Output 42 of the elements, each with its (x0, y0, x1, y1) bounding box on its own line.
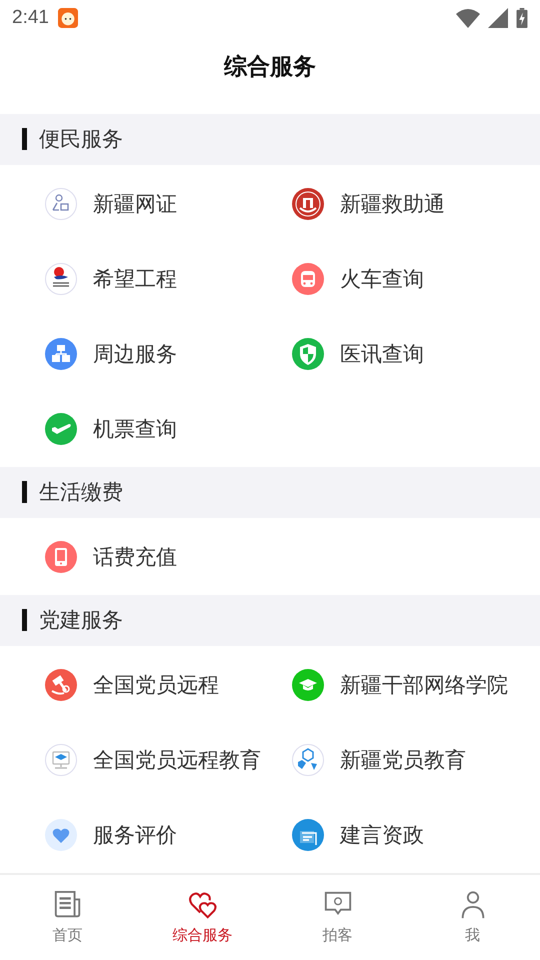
service-link[interactable]: 新疆救助通 (340, 190, 445, 218)
nav-tab[interactable]: 拍客 (270, 874, 405, 960)
document-icon (292, 819, 324, 852)
section-title: 便民服务 (39, 126, 123, 154)
nav-tab[interactable]: 首页 (0, 874, 135, 960)
service-link[interactable]: 服务评价 (93, 821, 177, 850)
service-link[interactable]: 全国党员远程教育 (93, 746, 261, 774)
person-icon (45, 188, 77, 220)
shield-icon (292, 338, 324, 370)
hearts-icon (188, 890, 218, 920)
service-link[interactable]: 希望工程 (93, 265, 177, 294)
section-title: 党建服务 (39, 607, 123, 634)
section-marker (22, 609, 27, 632)
wifi-icon (456, 8, 480, 28)
service-link[interactable]: 全国党员远程 (93, 671, 219, 700)
service-link[interactable]: 火车查询 (340, 265, 424, 294)
service-link[interactable]: 话费充值 (93, 543, 177, 572)
bus-icon (292, 263, 324, 296)
page-title: 综合服务 (222, 53, 317, 82)
service-link[interactable]: 新疆党员教育 (340, 746, 466, 774)
emblem-icon (292, 188, 324, 220)
app-icon (56, 8, 79, 28)
service-link[interactable]: 建言资政 (340, 821, 424, 850)
monitor-icon (45, 744, 77, 776)
service-link[interactable]: 周边服务 (93, 340, 177, 368)
phone-icon (45, 541, 77, 574)
service-link[interactable]: 新疆干部网络学院 (340, 671, 508, 700)
service-link[interactable]: 机票查询 (93, 415, 177, 444)
network-icon (45, 338, 77, 370)
nav-tab[interactable]: 综合服务 (135, 874, 270, 960)
clock: 2:41 (12, 7, 49, 30)
signal-icon (488, 8, 508, 28)
section-marker (22, 128, 27, 150)
battery-icon (516, 8, 528, 28)
newspaper-icon (52, 890, 82, 920)
service-link[interactable]: 医讯查询 (340, 340, 424, 368)
service-link[interactable]: 新疆网证 (93, 190, 177, 218)
section-title: 生活缴费 (39, 479, 123, 506)
nav-tab[interactable]: 我 (405, 874, 540, 960)
section-marker (22, 481, 27, 504)
logo-icon (45, 263, 77, 296)
graduation-cap-icon (292, 669, 324, 702)
